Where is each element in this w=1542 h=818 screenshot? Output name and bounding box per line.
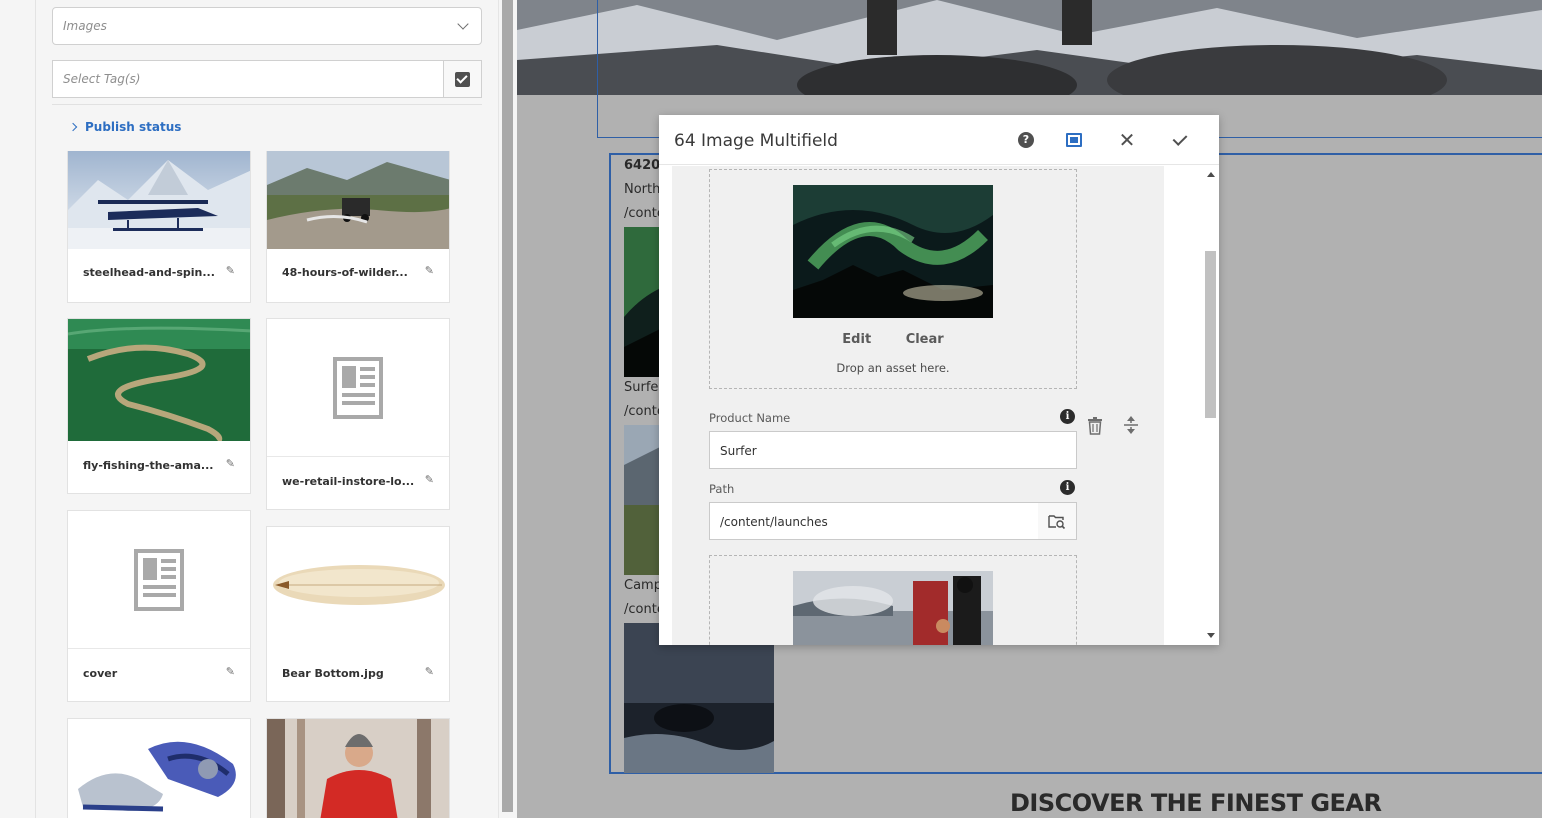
- campfire-image: [624, 623, 774, 773]
- help-button[interactable]: ?: [1015, 129, 1037, 151]
- item-heading: 6420: [624, 158, 661, 173]
- path-label: Path: [709, 482, 735, 496]
- document-icon: [68, 511, 250, 649]
- move-icon: [1124, 416, 1138, 434]
- man-red-jacket-thumbnail: [267, 719, 449, 818]
- card-title: Bear Bottom.jpg: [282, 667, 384, 680]
- edit-image-button[interactable]: Edit: [842, 332, 871, 347]
- publish-status-toggle[interactable]: Publish status: [68, 120, 182, 134]
- asset-type-dropdown[interactable]: Images: [52, 7, 482, 45]
- card-title: 48-hours-of-wilder...: [282, 266, 408, 279]
- divider: [52, 104, 482, 105]
- asset-card[interactable]: [67, 718, 251, 818]
- image-actions: Edit Clear: [710, 332, 1076, 347]
- item-name: Surfer: [624, 380, 664, 395]
- reorder-handle[interactable]: [1123, 415, 1139, 439]
- edit-pencil-icon[interactable]: ✎: [226, 264, 235, 277]
- multifield-item: Edit Clear Drop an asset here. Product N…: [672, 166, 1164, 645]
- clear-image-button[interactable]: Clear: [906, 332, 944, 347]
- path-browse-button[interactable]: [1038, 502, 1077, 540]
- asset-card[interactable]: [266, 718, 450, 818]
- campfire-thumbnail: [793, 571, 993, 645]
- sneakers-thumbnail: [68, 719, 250, 818]
- asset-finder-panel: Images Select Tag(s) Publish status stee…: [36, 0, 498, 818]
- edit-pencil-icon[interactable]: ✎: [425, 473, 434, 486]
- asset-card[interactable]: 48-hours-of-wilder... ✎: [266, 151, 450, 303]
- chevron-down-icon: [457, 18, 469, 30]
- info-icon[interactable]: i: [1060, 480, 1075, 495]
- edit-pencil-icon[interactable]: ✎: [226, 665, 235, 678]
- surfboard-thumbnail: [267, 527, 449, 649]
- card-title: steelhead-and-spin...: [83, 266, 215, 279]
- dialog-header: 64 Image Multifield ? ✕: [659, 115, 1219, 165]
- folder-search-icon: [1048, 515, 1066, 529]
- asset-card[interactable]: we-retail-instore-lo... ✎: [266, 318, 450, 510]
- image-multifield-dialog: 64 Image Multifield ? ✕ Edit Clear Drop …: [659, 115, 1219, 645]
- dialog-scrollbar[interactable]: [1203, 166, 1219, 645]
- image-drop-zone[interactable]: [709, 555, 1077, 645]
- panel-splitter[interactable]: [498, 0, 517, 818]
- scroll-up-arrow-icon[interactable]: [1207, 172, 1215, 177]
- help-icon: ?: [1018, 132, 1034, 148]
- document-icon: [267, 319, 449, 457]
- close-button[interactable]: ✕: [1116, 129, 1138, 151]
- dialog-body: Edit Clear Drop an asset here. Product N…: [659, 166, 1219, 645]
- tags-field[interactable]: Select Tag(s): [52, 60, 482, 98]
- done-button[interactable]: [1169, 129, 1191, 151]
- checkbox-icon: [455, 72, 470, 87]
- trash-icon: [1088, 417, 1102, 435]
- card-title: fly-fishing-the-ama...: [83, 459, 214, 472]
- fullscreen-button[interactable]: [1063, 129, 1085, 151]
- left-rail: [0, 0, 36, 818]
- delete-item-button[interactable]: [1087, 417, 1103, 439]
- card-title: cover: [83, 667, 118, 680]
- asset-type-value: Images: [63, 19, 107, 33]
- publish-status-label: Publish status: [85, 120, 182, 134]
- close-icon: ✕: [1118, 128, 1136, 152]
- fullscreen-icon: [1066, 133, 1082, 147]
- product-name-input[interactable]: Surfer: [709, 431, 1077, 469]
- card-title: we-retail-instore-lo...: [282, 475, 415, 488]
- asset-card[interactable]: Bear Bottom.jpg ✎: [266, 526, 450, 702]
- edit-pencil-icon[interactable]: ✎: [425, 665, 434, 678]
- image-drop-zone[interactable]: Edit Clear Drop an asset here.: [709, 169, 1077, 389]
- section-heading: DISCOVER THE FINEST GEAR: [1010, 789, 1382, 817]
- amazon-river-thumbnail: [68, 319, 250, 441]
- tags-picker-button[interactable]: [443, 61, 481, 97]
- scrollbar-thumb[interactable]: [1205, 251, 1216, 418]
- seaplane-thumbnail: [68, 151, 250, 249]
- drop-hint: Drop an asset here.: [836, 361, 950, 375]
- item-name: Camp: [624, 578, 662, 593]
- checkmark-icon: [1172, 130, 1188, 146]
- jeep-river-thumbnail: [267, 151, 449, 249]
- dialog-title: 64 Image Multifield: [674, 131, 838, 151]
- splitter-bar[interactable]: [502, 0, 513, 812]
- chevron-right-icon: [68, 122, 78, 132]
- product-name-label: Product Name: [709, 411, 791, 425]
- tags-placeholder: Select Tag(s): [63, 72, 141, 86]
- scroll-down-arrow-icon[interactable]: [1207, 633, 1215, 638]
- aurora-thumbnail: [793, 185, 993, 318]
- asset-card[interactable]: cover ✎: [67, 510, 251, 702]
- edit-pencil-icon[interactable]: ✎: [425, 264, 434, 277]
- asset-card[interactable]: steelhead-and-spin... ✎: [67, 151, 251, 303]
- path-input[interactable]: /content/launches: [709, 502, 1039, 540]
- asset-card-list: steelhead-and-spin... ✎ 48-hours-of-wild…: [36, 151, 476, 818]
- item-name: North: [624, 182, 661, 197]
- edit-pencil-icon[interactable]: ✎: [226, 457, 235, 470]
- info-icon[interactable]: i: [1060, 409, 1075, 424]
- asset-card[interactable]: fly-fishing-the-ama... ✎: [67, 318, 251, 494]
